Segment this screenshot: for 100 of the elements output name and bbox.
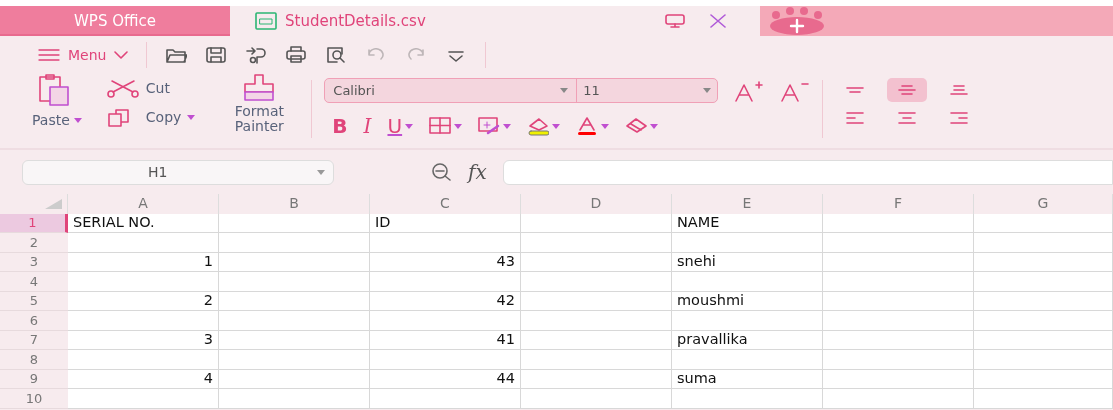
table-cell[interactable] [974,330,1113,350]
table-cell[interactable]: NAME [672,213,823,233]
table-cell[interactable] [974,291,1113,311]
toolbar-button[interactable] [325,45,348,65]
format-button[interactable]: B [332,111,348,141]
table-cell[interactable]: ID [370,213,521,233]
table-cell[interactable] [823,369,974,389]
table-cell[interactable] [219,252,370,272]
table-cell[interactable] [521,291,672,311]
table-cell[interactable] [219,311,370,331]
table-cell[interactable] [370,272,521,292]
table-cell[interactable]: pravallika [672,330,823,350]
table-cell[interactable] [521,252,672,272]
increase-font-icon[interactable] [734,79,765,102]
column-header[interactable]: C [370,194,521,214]
table-cell[interactable] [823,233,974,253]
table-cell[interactable] [521,311,672,331]
column-header[interactable]: B [219,194,370,214]
column-header[interactable]: E [672,194,823,214]
monitor-icon[interactable] [664,14,686,28]
toolbar-button[interactable] [245,45,268,65]
function-label[interactable]: fx [468,157,487,187]
table-cell[interactable] [974,369,1113,389]
name-box[interactable]: H1 [22,159,334,185]
table-cell[interactable] [672,272,823,292]
table-cell[interactable] [370,389,521,409]
row-header[interactable]: 9 [0,369,68,389]
toolbar-button[interactable] [285,45,308,65]
table-cell[interactable] [219,291,370,311]
table-cell[interactable] [219,233,370,253]
column-header[interactable]: A [68,194,219,214]
copy-button[interactable]: Copy [105,107,196,128]
table-cell[interactable] [68,233,219,253]
table-cell[interactable] [672,311,823,331]
formula-field[interactable] [502,159,1113,185]
table-cell[interactable]: moushmi [672,291,823,311]
table-cell[interactable]: 41 [370,330,521,350]
table-cell[interactable] [823,272,974,292]
cut-button[interactable]: Cut [105,78,196,99]
table-cell[interactable] [974,213,1113,233]
table-cell[interactable] [219,350,370,370]
table-cell[interactable] [521,369,672,389]
row-header[interactable]: 5 [0,291,68,311]
select-all-icon[interactable] [43,197,63,210]
table-cell[interactable] [823,291,974,311]
table-cell[interactable] [974,233,1113,253]
table-cell[interactable] [68,272,219,292]
column-header[interactable]: G [974,194,1113,214]
table-cell[interactable] [68,389,219,409]
row-header[interactable]: 6 [0,311,68,331]
table-cell[interactable]: snehi [672,252,823,272]
toolbar-button[interactable] [205,45,228,65]
new-tab-icon[interactable] [768,7,826,35]
row-header[interactable]: 3 [0,252,68,272]
table-cell[interactable] [974,389,1113,409]
row-header[interactable]: 2 [0,233,68,253]
table-cell[interactable] [672,350,823,370]
format-button[interactable] [527,116,561,136]
table-cell[interactable] [823,350,974,370]
table-cell[interactable] [974,272,1113,292]
format-button[interactable] [429,116,463,136]
table-cell[interactable] [370,311,521,331]
paste-button[interactable]: Paste [32,74,82,144]
table-cell[interactable] [672,389,823,409]
table-cell[interactable] [68,311,219,331]
table-cell[interactable]: 2 [68,291,219,311]
format-button[interactable]: I [363,111,372,141]
table-cell[interactable] [521,233,672,253]
close-icon[interactable] [710,14,726,28]
zoom-icon[interactable] [430,162,454,182]
row-header[interactable]: 8 [0,350,68,370]
table-cell[interactable]: 4 [68,369,219,389]
table-cell[interactable] [974,311,1113,331]
table-cell[interactable]: suma [672,369,823,389]
format-painter-button[interactable]: Format Painter [219,74,300,144]
table-cell[interactable] [521,350,672,370]
table-cell[interactable] [823,389,974,409]
row-header[interactable]: 10 [0,389,68,409]
row-header[interactable]: 7 [0,330,68,350]
table-cell[interactable] [370,350,521,370]
row-header[interactable]: 4 [0,272,68,292]
format-button[interactable]: U [387,111,414,141]
table-cell[interactable]: SERIAL NO. [68,213,219,233]
table-cell[interactable] [219,369,370,389]
table-cell[interactable]: 43 [370,252,521,272]
table-cell[interactable] [521,272,672,292]
table-cell[interactable] [974,350,1113,370]
table-cell[interactable]: 1 [68,252,219,272]
table-cell[interactable] [219,213,370,233]
table-cell[interactable] [823,213,974,233]
table-cell[interactable] [68,350,219,370]
table-cell[interactable] [219,330,370,350]
table-cell[interactable] [521,213,672,233]
table-cell[interactable] [219,389,370,409]
table-cell[interactable]: 42 [370,291,521,311]
table-cell[interactable] [823,252,974,272]
table-cell[interactable] [974,252,1113,272]
column-header[interactable]: D [521,194,672,214]
menu-button[interactable]: Menu [38,44,129,66]
table-cell[interactable] [370,233,521,253]
